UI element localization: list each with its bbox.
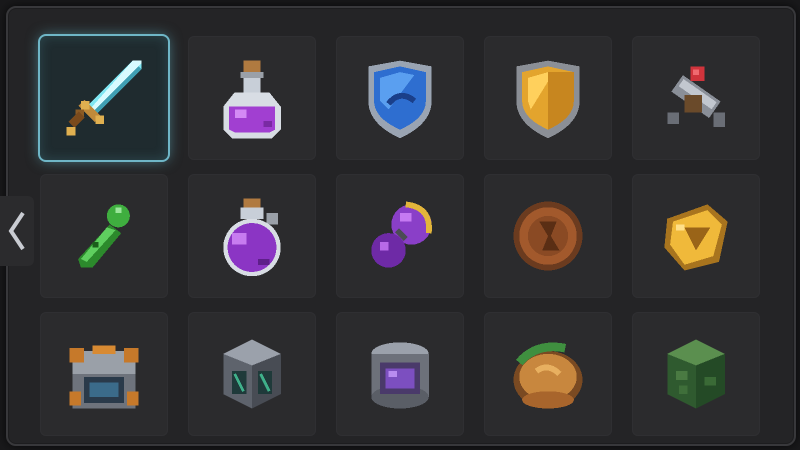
inventory-slot-gold-badge[interactable] <box>632 174 760 298</box>
green-stone-block-icon <box>667 339 725 409</box>
inventory-slot-green-pod[interactable] <box>40 174 168 298</box>
chevron-left-icon <box>8 211 25 251</box>
pickaxe-hammer-icon <box>667 66 725 127</box>
inventory-slot-bronze-coin[interactable] <box>484 174 612 298</box>
crystal-canister-icon <box>371 342 429 409</box>
sword-icon <box>66 60 142 136</box>
inventory-slot-gold-shield[interactable] <box>484 36 612 160</box>
treasure-chest-icon <box>69 345 139 409</box>
purple-crystal-ring-icon <box>371 201 432 268</box>
bronze-coin-icon <box>513 201 583 271</box>
round-purple-potion-icon <box>223 198 281 277</box>
inventory-slot-sword[interactable] <box>40 36 168 160</box>
prev-page-button[interactable] <box>0 196 34 266</box>
gold-shield-icon <box>516 60 580 139</box>
inventory-slot-round-potion[interactable] <box>188 174 316 298</box>
inventory-slot-crystal-canister[interactable] <box>336 312 464 436</box>
iron-crate-icon <box>223 339 281 409</box>
inventory-slot-blue-shield[interactable] <box>336 36 464 160</box>
inventory-panel <box>6 6 796 446</box>
inventory-slot-iron-crate[interactable] <box>188 312 316 436</box>
inventory-slot-purple-crystal[interactable] <box>336 174 464 298</box>
blue-shield-icon <box>368 60 432 139</box>
green-gem-pod-icon <box>78 204 130 268</box>
inventory-grid <box>40 36 760 436</box>
inventory-slot-green-block[interactable] <box>632 312 760 436</box>
inventory-slot-purple-potion[interactable] <box>188 36 316 160</box>
inventory-slot-chest[interactable] <box>40 312 168 436</box>
bread-loaf-icon <box>513 342 583 409</box>
gold-badge-icon <box>664 204 728 271</box>
inventory-slot-bread[interactable] <box>484 312 612 436</box>
inventory-slot-pickaxe[interactable] <box>632 36 760 160</box>
purple-potion-bottle-icon <box>223 60 281 139</box>
